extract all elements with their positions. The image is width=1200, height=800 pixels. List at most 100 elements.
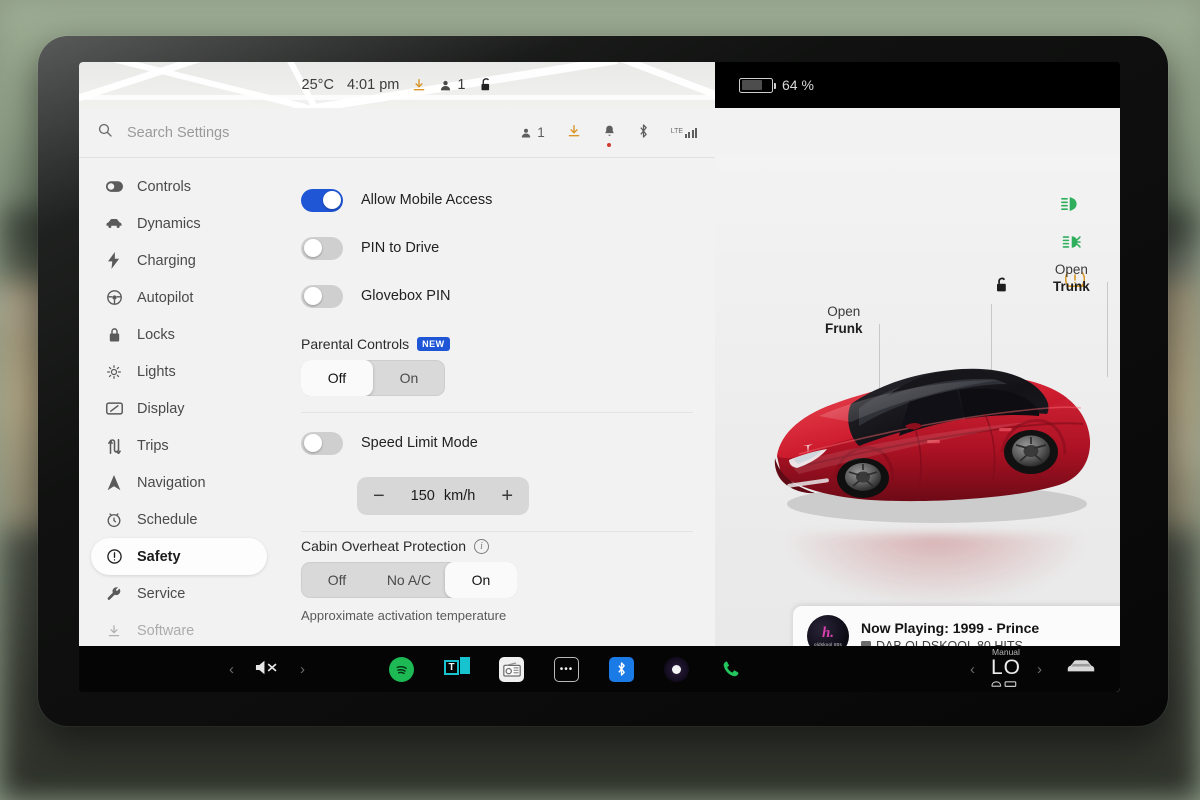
info-icon[interactable]: i xyxy=(473,538,489,554)
sidebar-item-label: Navigation xyxy=(137,474,206,491)
occupant-indicator[interactable]: 1 xyxy=(439,77,465,93)
sidebar-item-autopilot[interactable]: Autopilot xyxy=(91,279,267,316)
profile-indicator[interactable]: 1 xyxy=(520,125,545,140)
cabin-overheat-title-row: Cabin Overheat Protection i xyxy=(301,538,693,554)
divider xyxy=(301,531,693,532)
sidebar-item-label: Display xyxy=(137,400,185,417)
cabin-overheat-protection-group: Cabin Overheat Protection i Off No A/C O… xyxy=(301,538,693,623)
sidebar-item-service[interactable]: Service xyxy=(91,575,267,612)
parental-controls-option-on[interactable]: On xyxy=(373,360,445,396)
radio-app-icon[interactable] xyxy=(499,656,524,682)
sidebar-item-label: Service xyxy=(137,585,186,602)
divider xyxy=(301,412,693,413)
now-playing-title: Now Playing: 1999 - Prince xyxy=(861,619,1040,636)
volume-next-button[interactable]: › xyxy=(300,661,305,678)
sidebar-item-lights[interactable]: Lights xyxy=(91,353,267,390)
sidebar-item-label: Schedule xyxy=(137,511,198,528)
sidebar-item-schedule[interactable]: Schedule xyxy=(91,501,267,538)
speed-limit-mode-toggle[interactable] xyxy=(301,431,343,455)
cellular-signal[interactable]: LTE xyxy=(671,127,697,138)
battery-icon xyxy=(739,77,776,93)
occupant-count: 1 xyxy=(457,77,466,93)
sidebar-item-navigation[interactable]: Navigation xyxy=(91,464,267,501)
unlocked-padlock-icon[interactable] xyxy=(478,77,492,93)
trips-icon xyxy=(105,438,123,454)
cabin-overheat-option-off[interactable]: Off xyxy=(301,562,373,598)
album-art-mark: h. xyxy=(821,624,835,641)
sidebar-item-trips[interactable]: Trips xyxy=(91,427,267,464)
sidebar-item-dynamics[interactable]: Dynamics xyxy=(91,205,267,242)
setting-allow-mobile-access[interactable]: Allow Mobile Access xyxy=(301,176,693,224)
parental-controls-segmented-control[interactable]: Off On xyxy=(301,360,445,396)
sidebar-item-safety[interactable]: Safety xyxy=(91,538,267,575)
setting-label: PIN to Drive xyxy=(361,240,440,256)
download-icon[interactable] xyxy=(412,78,426,92)
temp-decrease-button[interactable]: ‹ xyxy=(970,661,975,678)
more-apps-label: ••• xyxy=(559,663,574,675)
setting-label: Speed Limit Mode xyxy=(361,435,478,451)
settings-sidebar: Controls Dynamics Charging Autopilot Loc… xyxy=(79,158,279,646)
car-icon xyxy=(105,218,123,229)
phone-app-icon[interactable] xyxy=(719,657,744,682)
bluetooth-icon[interactable] xyxy=(638,123,649,142)
unlocked-padlock-icon[interactable] xyxy=(993,276,1009,299)
parental-controls-option-off[interactable]: Off xyxy=(301,360,373,396)
cellular-bars-icon xyxy=(685,127,697,138)
battery-percent: 64 % xyxy=(782,77,814,93)
setting-label: Allow Mobile Access xyxy=(361,192,493,208)
setting-speed-limit-mode[interactable]: Speed Limit Mode xyxy=(301,419,693,467)
sidebar-item-label: Software xyxy=(137,622,195,639)
temp-increase-button[interactable]: › xyxy=(1037,661,1042,678)
clock-icon xyxy=(105,511,123,528)
vents-icon[interactable] xyxy=(991,680,1021,690)
sidebar-item-software[interactable]: Software xyxy=(91,612,267,646)
decrement-button[interactable]: − xyxy=(373,485,385,508)
parental-controls-title: Parental Controls xyxy=(301,336,410,352)
pin-to-drive-toggle[interactable] xyxy=(301,236,343,260)
sidebar-item-controls[interactable]: Controls xyxy=(91,168,267,205)
toggle-icon xyxy=(105,181,123,192)
increment-button[interactable]: + xyxy=(501,485,513,508)
settings-app: Search Settings 1 LTE Controls Dynamics … xyxy=(79,108,1120,692)
speed-limit-value: 150 km/h xyxy=(411,488,476,504)
high-beam-icon xyxy=(1061,196,1087,218)
navigation-arrow-icon xyxy=(105,474,123,491)
setting-pin-to-drive[interactable]: PIN to Drive xyxy=(301,224,693,272)
volume-prev-button[interactable]: ‹ xyxy=(229,661,234,678)
cabin-overheat-option-on[interactable]: On xyxy=(445,562,517,598)
cabin-overheat-segmented-control[interactable]: Off No A/C On xyxy=(301,562,517,598)
camera-app-icon[interactable] xyxy=(664,656,689,682)
speed-limit-stepper[interactable]: − 150 km/h + xyxy=(357,477,529,515)
cabin-overheat-title: Cabin Overheat Protection xyxy=(301,538,466,554)
search-input[interactable]: Search Settings xyxy=(127,125,229,141)
tunein-app-icon[interactable]: T xyxy=(444,656,470,682)
car-front-icon[interactable] xyxy=(1066,659,1096,680)
sidebar-item-label: Lights xyxy=(137,363,176,380)
sidebar-item-display[interactable]: Display xyxy=(91,390,267,427)
climate-control[interactable]: ‹ Manual LO › xyxy=(970,648,1042,691)
glovebox-pin-toggle[interactable] xyxy=(301,284,343,308)
sun-icon xyxy=(105,364,123,380)
download-icon[interactable] xyxy=(567,124,581,141)
cabin-overheat-option-no-ac[interactable]: No A/C xyxy=(373,562,445,598)
sidebar-item-locks[interactable]: Locks xyxy=(91,316,267,353)
safety-settings-panel: Allow Mobile Access PIN to Drive Glovebo… xyxy=(279,158,715,646)
padlock-icon xyxy=(105,327,123,343)
allow-mobile-access-toggle[interactable] xyxy=(301,188,343,212)
outside-temperature: 25°C xyxy=(301,77,334,93)
open-trunk-button[interactable]: Open Trunk xyxy=(1053,262,1090,296)
download-icon xyxy=(105,624,123,638)
open-trunk-line1: Open xyxy=(1054,262,1088,277)
setting-glovebox-pin[interactable]: Glovebox PIN xyxy=(301,272,693,320)
speed-limit-mode-group: Speed Limit Mode − 150 km/h + xyxy=(301,419,693,515)
new-badge: NEW xyxy=(417,337,450,351)
cabin-overheat-footnote: Approximate activation temperature xyxy=(301,608,507,623)
sidebar-item-charging[interactable]: Charging xyxy=(91,242,267,279)
more-apps-icon[interactable]: ••• xyxy=(554,656,579,682)
bluetooth-app-icon[interactable] xyxy=(609,656,634,682)
spotify-app-icon[interactable] xyxy=(389,656,414,682)
bell-icon[interactable] xyxy=(603,124,616,141)
volume-muted-icon[interactable] xyxy=(254,659,280,680)
search-bar[interactable]: Search Settings 1 LTE xyxy=(79,108,715,158)
profile-count: 1 xyxy=(537,125,545,140)
